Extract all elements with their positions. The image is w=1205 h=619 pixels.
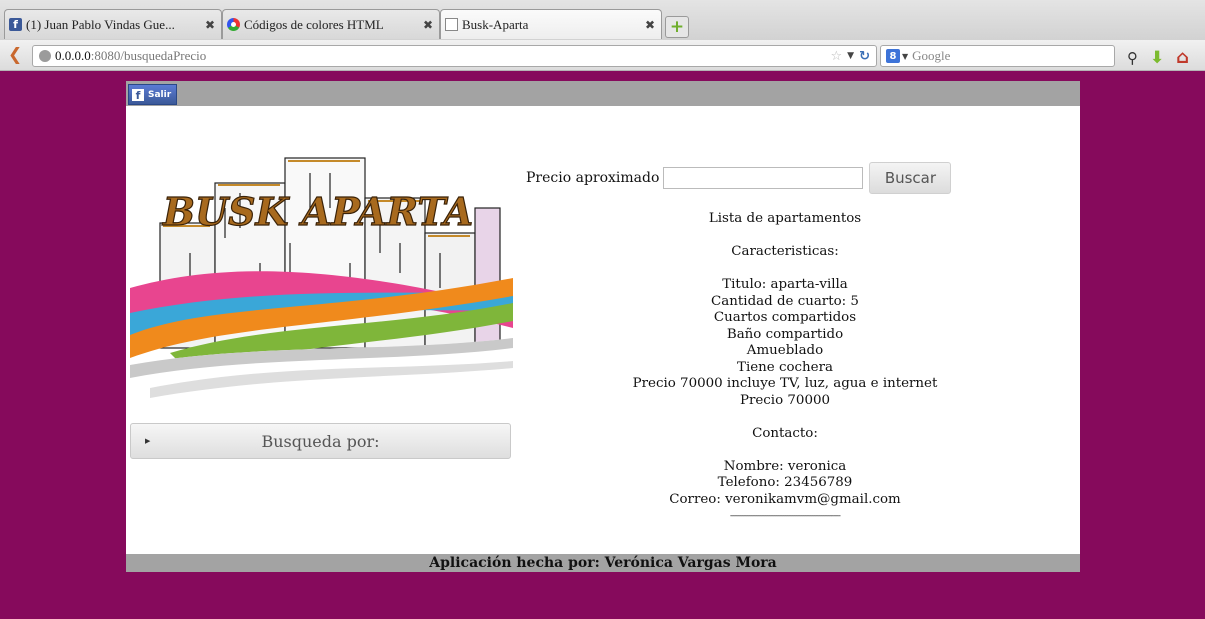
logout-label: Salir <box>148 89 172 100</box>
feature-item: Precio 70000 incluye TV, luz, agua e int… <box>632 376 938 391</box>
contact-item: Telefono: 23456789 <box>717 475 853 490</box>
search-placeholder: Google <box>912 48 951 63</box>
feature-item: Tiene cochera <box>737 359 833 375</box>
home-icon[interactable]: ⌂ <box>1176 47 1189 68</box>
contact-heading: Contacto: <box>752 425 818 441</box>
tab-label: Busk-Aparta <box>462 16 529 32</box>
browser-tab-strip: f (1) Juan Pablo Vindas Gue... ✖ Códigos… <box>0 0 1205 40</box>
svg-text:BUSK APARTA: BUSK APARTA <box>162 189 473 234</box>
listing-separator: ----------------------------------------… <box>729 511 841 521</box>
close-tab-icon[interactable]: ✖ <box>423 18 433 32</box>
contact-item: Nombre: veronica <box>723 458 847 474</box>
tab-label: (1) Juan Pablo Vindas Gue... <box>26 16 175 32</box>
search-engine-logo-icon[interactable]: 8 <box>886 49 900 63</box>
dropdown-arrow-icon[interactable]: ▼ <box>847 51 854 61</box>
footer-credit: Aplicación hecha por: Verónica Vargas Mo… <box>126 554 1080 572</box>
globe-icon <box>39 50 51 62</box>
facebook-icon: f <box>9 18 22 31</box>
address-bar[interactable]: 0.0.0.0 :8080/busquedaPrecio ☆ ▼ ↻ <box>32 45 877 67</box>
dropdown-arrow-icon[interactable]: ▼ <box>902 52 908 61</box>
navigation-bar: ❮ 0.0.0.0 :8080/busquedaPrecio ☆ ▼ ↻ 8 ▼… <box>0 40 1205 71</box>
app-container: f Salir BUSK APARTA ▶ Busqueda por: Prec… <box>126 81 1080 572</box>
tab-label: Códigos de colores HTML <box>244 16 384 32</box>
facebook-logout-button[interactable]: f Salir <box>128 84 178 105</box>
back-arrow-icon[interactable]: ❮ <box>8 45 22 65</box>
tab-busk-aparta[interactable]: Busk-Aparta ✖ <box>440 9 662 39</box>
reload-icon[interactable]: ↻ <box>859 49 870 64</box>
tab-facebook[interactable]: f (1) Juan Pablo Vindas Gue... ✖ <box>4 9 222 39</box>
color-wheel-icon <box>227 18 240 31</box>
price-label: Precio aproximado <box>526 170 660 186</box>
url-host: 0.0.0.0 <box>55 48 91 63</box>
apartment-listing: Lista de apartamentos Caracteristicas: T… <box>610 211 960 525</box>
search-icon[interactable]: ⚲ <box>1127 49 1138 67</box>
tab-color-codes[interactable]: Códigos de colores HTML ✖ <box>222 9 440 39</box>
search-by-accordion[interactable]: ▶ Busqueda por: <box>130 423 511 459</box>
price-input[interactable] <box>663 167 864 189</box>
bookmark-star-icon[interactable]: ☆ <box>831 49 843 64</box>
feature-item: Cantidad de cuarto: 5 <box>711 293 859 309</box>
feature-item: Precio 70000 <box>739 392 831 408</box>
price-search-form: Precio aproximado Buscar <box>526 162 952 194</box>
search-engine-box[interactable]: 8 ▼ Google <box>880 45 1115 67</box>
features-heading: Caracteristicas: <box>731 244 839 259</box>
feature-item: Titulo: aparta-villa <box>722 277 848 292</box>
busk-aparta-logo: BUSK APARTA <box>130 113 513 400</box>
contact-item: Correo: veronikamvm@gmail.com <box>669 491 901 507</box>
url-path: :8080/busquedaPrecio <box>90 48 207 63</box>
blank-page-icon <box>445 18 458 31</box>
search-button[interactable]: Buscar <box>869 162 952 194</box>
feature-item: Cuartos compartidos <box>713 310 857 325</box>
close-tab-icon[interactable]: ✖ <box>205 18 215 32</box>
listing-heading: Lista de apartamentos <box>708 211 862 226</box>
download-icon[interactable]: ⬇ <box>1150 48 1164 68</box>
accordion-label: Busqueda por: <box>261 431 380 451</box>
expand-triangle-icon: ▶ <box>145 437 151 445</box>
feature-item: Baño compartido <box>726 326 844 342</box>
feature-item: Amueblado <box>746 343 824 358</box>
facebook-icon: f <box>132 88 144 101</box>
close-tab-icon[interactable]: ✖ <box>645 18 655 32</box>
top-bar: f Salir <box>126 81 1080 106</box>
new-tab-button[interactable]: + <box>665 16 689 38</box>
